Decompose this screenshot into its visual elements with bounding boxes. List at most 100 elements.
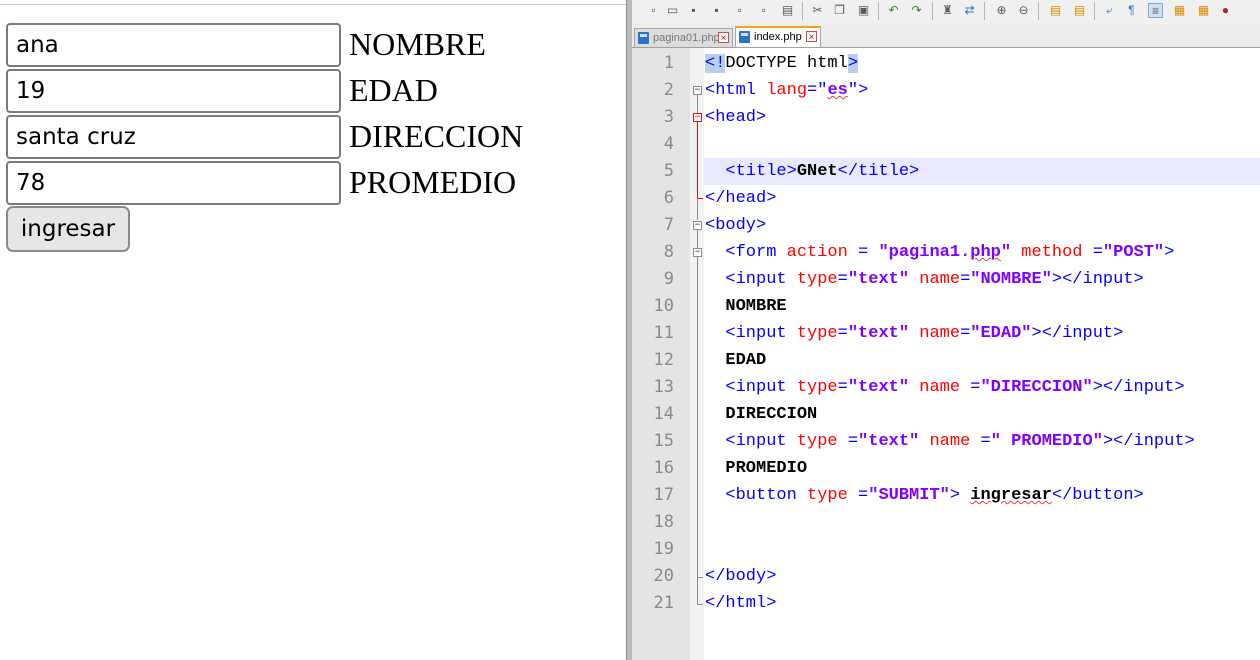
code-token: =	[960, 270, 971, 289]
code-token: EDAD	[725, 351, 767, 370]
function-list-icon[interactable]: ▦	[1196, 3, 1211, 18]
sync-horizontal-icon[interactable]: ▤	[1072, 3, 1087, 18]
fold-toggle-icon[interactable]: −	[693, 221, 702, 230]
code-token: </body>	[705, 567, 777, 586]
zoom-out-icon[interactable]: ⊖	[1016, 3, 1031, 18]
replace-icon[interactable]: ⇄	[962, 3, 977, 18]
code-token: ">	[847, 81, 869, 100]
code-token: PROMEDIO	[725, 459, 808, 478]
cut-icon[interactable]: ✂	[810, 3, 825, 18]
code-token: "NOMBRE"	[970, 270, 1052, 289]
line-number: 12	[653, 350, 674, 370]
code-token: <html	[705, 81, 767, 100]
edad-input[interactable]	[6, 69, 341, 113]
code-line-16: PROMEDIO	[705, 455, 807, 482]
close-icon[interactable]: ×	[806, 31, 817, 43]
code-line-20: </body>	[705, 563, 776, 590]
toolbar-separator	[1038, 2, 1039, 20]
code-token: "pagina1.	[878, 243, 971, 262]
code-token: </head>	[705, 189, 777, 208]
line-number: 16	[653, 458, 674, 478]
new-file-icon[interactable]: ▫	[646, 3, 661, 18]
line-number-gutter: 1 2 3 4 5 6 7 8 9 10 11 12 13 14 15 16 1…	[632, 48, 690, 660]
code-token: >	[1164, 243, 1175, 262]
code-token: =	[1082, 243, 1103, 262]
code-token: type	[807, 486, 848, 505]
close-icon[interactable]: ×	[718, 32, 729, 44]
line-number: 7	[663, 215, 674, 235]
direccion-input[interactable]	[6, 115, 341, 159]
copy-icon[interactable]: ❐	[832, 3, 847, 18]
fold-toggle-icon[interactable]: −	[693, 248, 702, 257]
ingresar-button[interactable]: ingresar	[6, 206, 130, 252]
code-area[interactable]	[704, 48, 1260, 660]
line-number: 20	[653, 566, 674, 586]
line-number: 14	[653, 404, 674, 424]
indent-guide-icon[interactable]: ≡	[1148, 3, 1163, 18]
print-icon[interactable]: ▤	[780, 3, 795, 18]
code-token: "DIRECCION"	[980, 378, 1093, 397]
toolbar-separator	[1094, 2, 1095, 20]
line-number: 19	[653, 539, 674, 559]
redo-icon[interactable]: ↷	[909, 3, 924, 18]
paste-icon[interactable]: ▣	[856, 3, 871, 18]
code-token: name	[919, 432, 971, 451]
record-macro-icon[interactable]: ●	[1218, 3, 1233, 18]
toolbar-separator	[984, 2, 985, 20]
code-token: action	[786, 243, 848, 262]
code-token: name	[909, 270, 961, 289]
code-token: method	[1011, 243, 1083, 262]
fold-toggle-icon[interactable]: −	[693, 86, 702, 95]
line-number: 1	[663, 53, 674, 73]
nombre-input[interactable]	[6, 23, 341, 67]
find-icon[interactable]: ♜	[940, 3, 955, 18]
code-line-5: <title>GNet</title>	[705, 158, 919, 185]
code-token: <input	[725, 324, 797, 343]
sync-vertical-icon[interactable]: ▤	[1048, 3, 1063, 18]
show-all-chars-icon[interactable]: ¶	[1124, 3, 1139, 18]
save-icon[interactable]: ▪	[686, 3, 701, 18]
code-line-9: <input type="text" name="NOMBRE"></input…	[705, 266, 1143, 293]
code-token: </html>	[705, 594, 777, 613]
fold-line-end	[697, 604, 703, 605]
code-token: DOCTYPE html	[725, 54, 848, 73]
close-all-icon[interactable]: ▫	[756, 3, 771, 18]
fold-toggle-icon[interactable]: −	[693, 113, 702, 122]
tab-index[interactable]: index.php ×	[735, 26, 821, 47]
nombre-label: NOMBRE	[349, 26, 486, 62]
code-token: </button>	[1051, 486, 1144, 505]
code-token: =	[970, 432, 991, 451]
toolbar-separator	[932, 2, 933, 20]
editor-tab-bar: pagina01.php × index.php ×	[632, 24, 1260, 48]
code-token: =	[847, 486, 869, 505]
fold-line	[697, 257, 698, 577]
save-all-icon[interactable]: ▪	[709, 3, 724, 18]
toolbar-separator	[802, 2, 803, 20]
code-token: >	[847, 54, 859, 73]
code-token: <head>	[705, 108, 767, 127]
fold-line	[697, 122, 698, 198]
fold-line	[697, 230, 698, 248]
zoom-in-icon[interactable]: ⊕	[994, 3, 1009, 18]
line-number: 3	[663, 107, 674, 127]
doc-map-icon[interactable]: ▦	[1172, 3, 1187, 18]
code-token: " PROMEDIO"	[990, 432, 1103, 451]
browser-viewport: NOMBRE EDAD DIRECCION PROMEDIO ingresar	[0, 0, 626, 660]
code-line-21: </html>	[705, 590, 776, 617]
word-wrap-icon[interactable]: ⤶	[1102, 3, 1117, 18]
line-number: 5	[663, 161, 674, 181]
code-token: <input	[725, 378, 797, 397]
fold-line	[697, 198, 698, 220]
code-token: ></input>	[1031, 324, 1124, 343]
undo-icon[interactable]: ↶	[886, 3, 901, 18]
code-token: <input	[725, 432, 797, 451]
code-token: <!	[705, 54, 726, 73]
code-token: ingresar	[970, 486, 1052, 505]
promedio-input[interactable]	[6, 161, 341, 205]
file-icon	[638, 32, 649, 44]
open-file-icon[interactable]: ▭	[665, 3, 680, 18]
close-file-icon[interactable]: ▫	[732, 3, 747, 18]
code-token: es	[827, 81, 848, 100]
code-token: type	[796, 378, 838, 397]
tab-pagina01[interactable]: pagina01.php ×	[634, 28, 733, 47]
